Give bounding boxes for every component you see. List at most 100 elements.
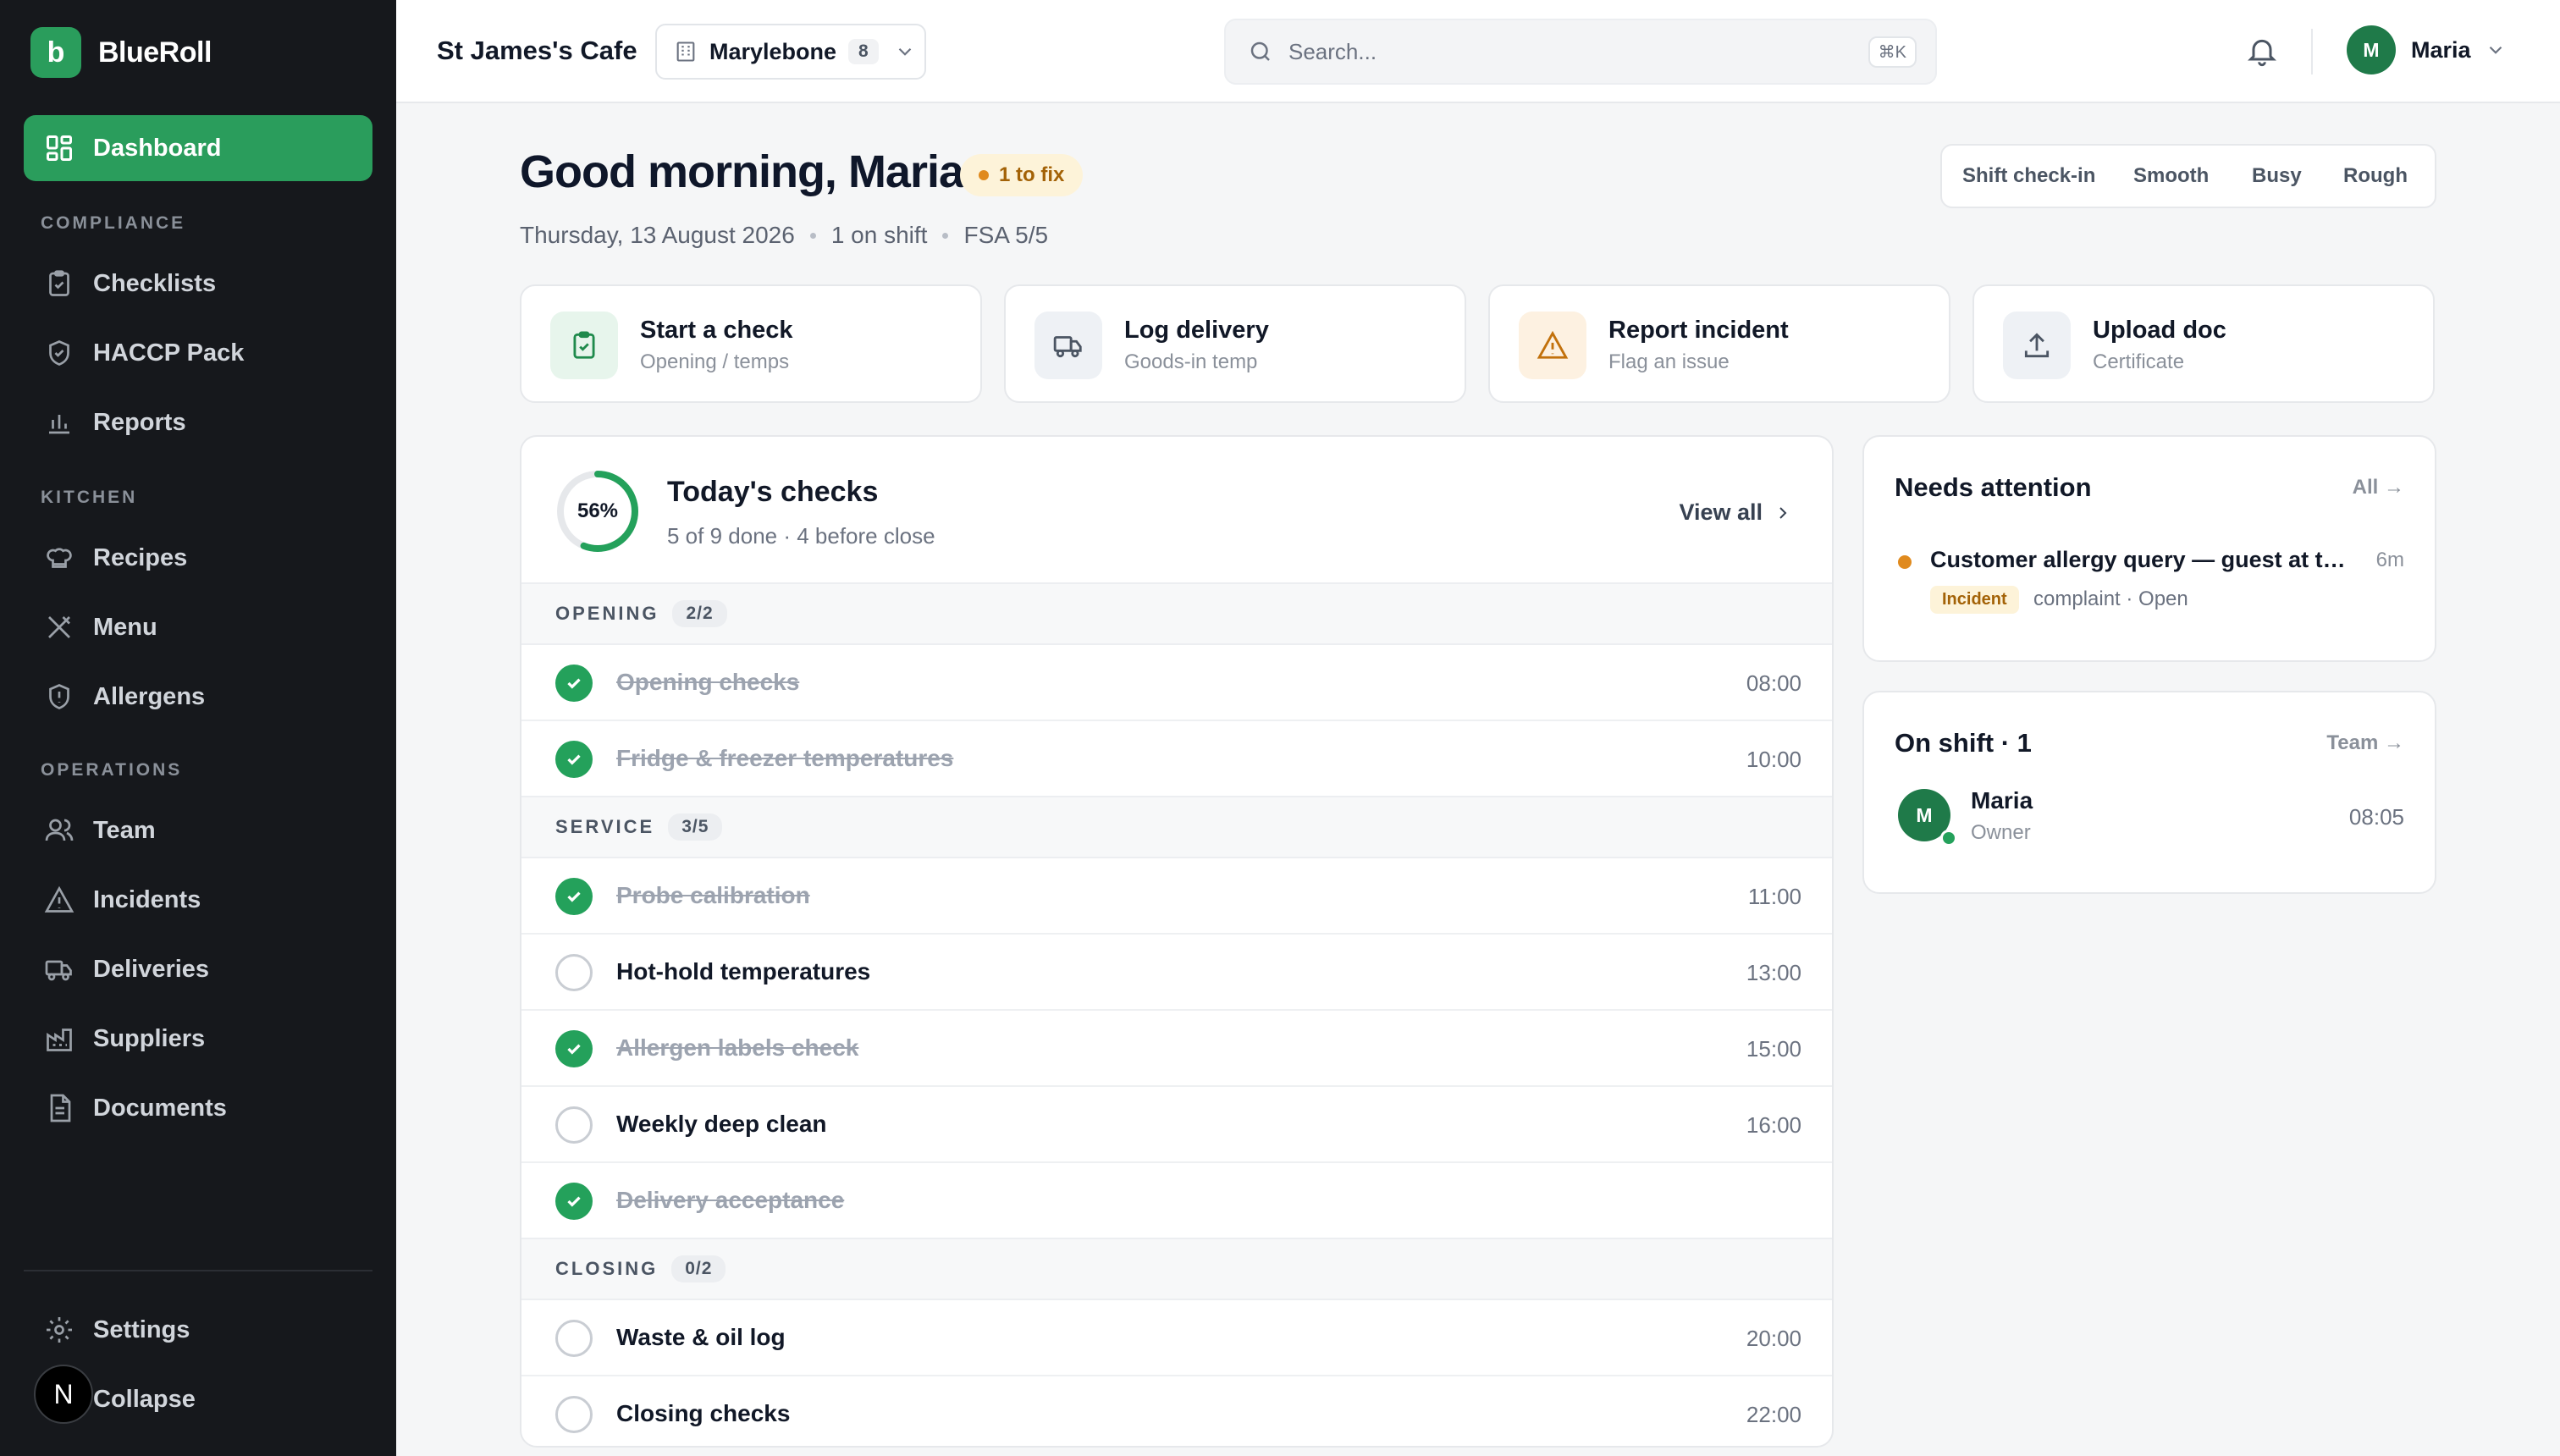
sidebar-item-menu[interactable]: Menu [24, 594, 372, 660]
sidebar-item-checklists[interactable]: Checklists [24, 251, 372, 317]
dev-tools-badge[interactable]: N [34, 1365, 93, 1424]
check-empty-circle[interactable] [555, 1396, 593, 1433]
user-name: Maria [2411, 36, 2471, 63]
team-link[interactable]: Team → [2326, 731, 2404, 755]
sidebar-item-deliveries[interactable]: Deliveries [24, 936, 372, 1002]
brand[interactable]: b BlueRoll [30, 27, 212, 78]
check-row[interactable]: Waste & oil log 20:00 [521, 1300, 1832, 1376]
sidebar-item-label: Settings [93, 1315, 190, 1343]
fix-badge[interactable]: 1 to fix [960, 154, 1084, 196]
cafe-name: St James's Cafe [437, 36, 637, 65]
needs-attention-title: Needs attention [1895, 472, 2092, 502]
section-name: CLOSING [555, 1258, 659, 1279]
quick-action-subtitle: Certificate [2093, 350, 2185, 373]
check-row[interactable]: Fridge & freezer temperatures 10:00 [521, 721, 1832, 797]
sidebar-item-dashboard[interactable]: Dashboard [24, 115, 372, 181]
sidebar-item-allergens[interactable]: Allergens [24, 664, 372, 730]
sidebar-item-incidents[interactable]: Incidents [24, 867, 372, 933]
report-incident-card[interactable]: Report incident Flag an issue [1488, 284, 1950, 403]
bell-icon[interactable] [2245, 34, 2279, 68]
check-row[interactable]: Hot-hold temperatures 13:00 [521, 935, 1832, 1011]
view-all-link[interactable]: View all [1679, 499, 1793, 526]
sidebar-item-haccp[interactable]: HACCP Pack [24, 320, 372, 386]
all-link[interactable]: All → [2353, 476, 2404, 499]
check-time: 10:00 [1746, 747, 1801, 772]
search-input[interactable]: Search... [1288, 39, 1377, 65]
check-row[interactable]: Probe calibration 11:00 [521, 858, 1832, 935]
check-label: Closing checks [616, 1400, 791, 1426]
view-all-label: View all [1679, 499, 1763, 525]
brand-name: BlueRoll [98, 36, 212, 69]
warning-icon [44, 885, 74, 915]
check-done-icon[interactable] [555, 1183, 593, 1220]
search-bar[interactable]: Search... ⌘K [1224, 19, 1937, 85]
date-text: Thursday, 13 August 2026 [520, 222, 795, 248]
check-row[interactable]: Opening checks 08:00 [521, 645, 1832, 721]
check-row[interactable]: Weekly deep clean 16:00 [521, 1087, 1832, 1163]
chef-hat-icon [44, 543, 74, 573]
sidebar-item-team[interactable]: Team [24, 797, 372, 863]
check-label: Waste & oil log [616, 1324, 786, 1350]
shield-alert-icon [44, 681, 74, 712]
check-empty-circle[interactable] [555, 954, 593, 991]
sidebar-item-label: Dashboard [93, 134, 222, 162]
check-time: 22:00 [1746, 1402, 1801, 1427]
grid-icon [44, 133, 74, 163]
user-menu[interactable]: M Maria [2347, 25, 2507, 74]
factory-icon [44, 1023, 74, 1054]
nav-section-kitchen: KITCHEN [41, 488, 138, 507]
chevron-down-icon [2485, 39, 2507, 61]
document-icon [44, 1093, 74, 1123]
check-done-icon[interactable] [555, 1030, 593, 1067]
sidebar-item-label: Documents [93, 1094, 227, 1122]
building-icon [674, 40, 698, 63]
quick-action-title: Upload doc [2093, 317, 2226, 344]
start-check-card[interactable]: Start a check Opening / temps [520, 284, 982, 403]
sidebar-item-suppliers[interactable]: Suppliers [24, 1006, 372, 1072]
chevron-down-icon [894, 41, 916, 63]
log-delivery-card[interactable]: Log delivery Goods-in temp [1004, 284, 1466, 403]
upload-icon [2003, 312, 2071, 379]
clipboard-check-icon [550, 312, 618, 379]
sidebar-item-documents[interactable]: Documents [24, 1075, 372, 1141]
shift-person-name: Maria [1971, 787, 2033, 813]
status-badge: Incident [1930, 586, 2019, 614]
todays-checks-card: 56% Today's checks 5 of 9 done · 4 befor… [520, 435, 1834, 1448]
checkin-option-smooth[interactable]: Smooth [2133, 164, 2209, 188]
checks-subtitle: 5 of 9 done · 4 before close [667, 523, 935, 549]
search-shortcut: ⌘K [1868, 36, 1917, 68]
check-empty-circle[interactable] [555, 1106, 593, 1144]
checkin-option-rough[interactable]: Rough [2343, 164, 2408, 188]
utensils-icon [44, 612, 74, 643]
upload-doc-card[interactable]: Upload doc Certificate [1972, 284, 2435, 403]
online-indicator [1940, 830, 1957, 847]
sidebar-item-settings[interactable]: Settings [24, 1297, 372, 1363]
on-shift-title: On shift · 1 [1895, 728, 2032, 758]
check-row[interactable]: Delivery acceptance [521, 1163, 1832, 1239]
attention-item-time: 6m [2375, 549, 2404, 571]
location-select[interactable]: Marylebone 8 [655, 24, 926, 80]
check-row[interactable]: Allergen labels check 15:00 [521, 1011, 1832, 1087]
check-done-icon[interactable] [555, 741, 593, 778]
section-count: 3/5 [668, 813, 723, 841]
check-done-icon[interactable] [555, 665, 593, 702]
checkin-option-busy[interactable]: Busy [2252, 164, 2302, 188]
nav-section-operations: OPERATIONS [41, 760, 183, 780]
nav-section-compliance: COMPLIANCE [41, 213, 186, 233]
quick-action-title: Report incident [1608, 317, 1789, 344]
sidebar-item-label: Team [93, 816, 156, 844]
sidebar-item-label: Collapse [93, 1385, 196, 1413]
sidebar-item-recipes[interactable]: Recipes [24, 525, 372, 591]
check-label: Delivery acceptance [616, 1187, 845, 1213]
sidebar-item-reports[interactable]: Reports [24, 389, 372, 455]
attention-item-title[interactable]: Customer allergy query — guest at table [1930, 547, 2353, 573]
check-row[interactable]: Closing checks 22:00 [521, 1376, 1832, 1446]
truck-icon [44, 954, 74, 984]
page-title: Good morning, Maria [520, 146, 964, 197]
search-icon [1248, 39, 1273, 64]
check-time: 16:00 [1746, 1112, 1801, 1138]
quick-action-title: Start a check [640, 317, 793, 344]
check-done-icon[interactable] [555, 878, 593, 915]
check-empty-circle[interactable] [555, 1320, 593, 1357]
shift-person-role: Owner [1971, 821, 2031, 844]
